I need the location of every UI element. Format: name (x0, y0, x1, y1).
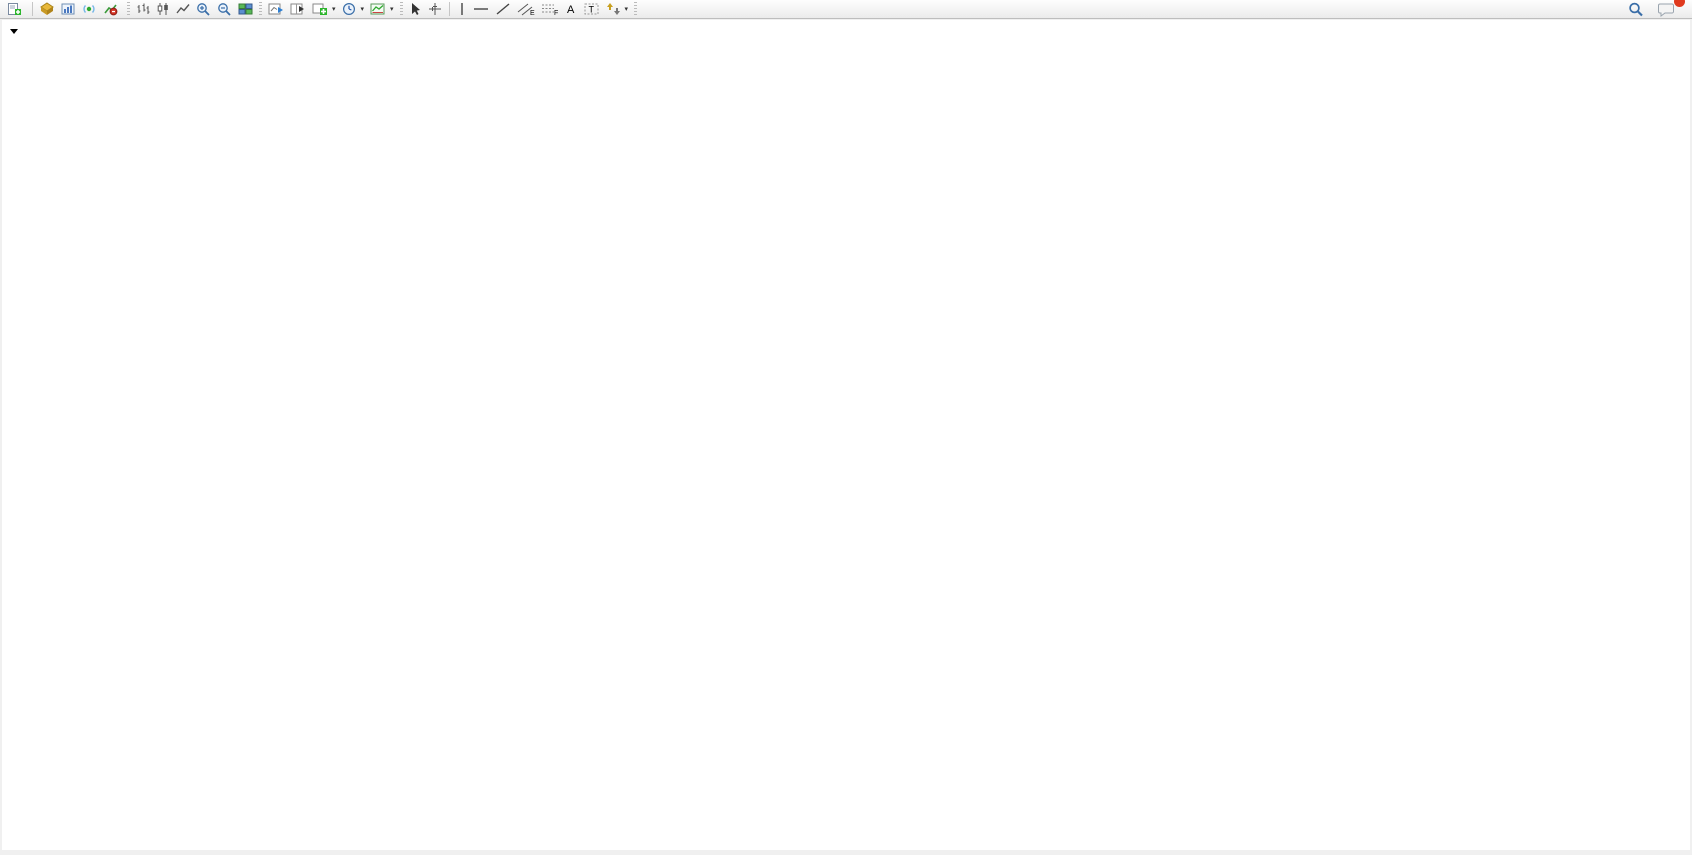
notification-badge (1674, 0, 1685, 7)
new-chart-button[interactable]: ▾ (309, 1, 339, 17)
line-chart-icon (176, 2, 190, 16)
chevron-down-icon: ▾ (361, 5, 365, 13)
chevron-down-icon: ▾ (332, 5, 336, 13)
horizontal-line-icon (473, 2, 489, 16)
chart-shift-icon (290, 2, 306, 16)
chat-bubble-icon (1658, 2, 1675, 17)
quotes-icon (40, 2, 55, 16)
chart-shift-button[interactable] (287, 1, 309, 17)
toolbar-separator (32, 2, 33, 16)
cursor-button[interactable] (406, 1, 425, 17)
channel-icon: E (517, 2, 535, 16)
crosshair-icon (428, 2, 442, 16)
zoom-out-icon (217, 2, 232, 16)
zoom-in-button[interactable] (193, 1, 214, 17)
clock-icon (342, 2, 357, 16)
zoom-out-button[interactable] (214, 1, 235, 17)
svg-text:A: A (567, 4, 575, 16)
market-watch-icon (61, 2, 76, 16)
navigator-icon (82, 2, 97, 16)
period-button[interactable]: ▾ (339, 1, 368, 17)
toolbar-separator (127, 2, 130, 16)
search-icon (1628, 2, 1644, 17)
charts-window-button[interactable] (265, 1, 287, 17)
autotrading-button[interactable] (100, 1, 124, 17)
line-chart-mode-button[interactable] (173, 1, 193, 17)
toolbar-separator (259, 2, 262, 16)
candlestick-mode-button[interactable] (153, 1, 173, 17)
chart-collapse-icon[interactable] (10, 29, 18, 34)
trendline-button[interactable] (492, 1, 514, 17)
chart-window (2, 20, 1690, 850)
indicators-button[interactable]: ▾ (367, 1, 397, 17)
svg-text:T: T (588, 5, 594, 15)
fibonacci-icon: F (541, 2, 559, 16)
cursor-icon (409, 2, 422, 16)
chart-window-arrow-icon (268, 2, 284, 16)
candlestick-icon (156, 2, 170, 16)
trendline-icon (495, 2, 511, 16)
autotrading-icon (103, 2, 118, 16)
arrows-button[interactable]: ▾ (603, 1, 632, 17)
text-a-icon: A (565, 2, 578, 16)
text-label-icon: T (584, 2, 600, 16)
crosshair-button[interactable] (425, 1, 445, 17)
vertical-line-icon (457, 2, 467, 16)
arrow-objects-icon (606, 2, 621, 16)
chart-title (10, 29, 18, 34)
quotes-button[interactable] (37, 1, 58, 17)
chevron-down-icon: ▾ (625, 5, 629, 13)
text-label-button[interactable]: T (581, 1, 603, 17)
zoom-in-icon (196, 2, 211, 16)
bar-chart-mode-button[interactable] (133, 1, 153, 17)
market-watch-button[interactable] (58, 1, 79, 17)
svg-text:E: E (530, 10, 535, 16)
search-button[interactable] (1625, 1, 1647, 18)
navigator-button[interactable] (79, 1, 100, 17)
toolbar-separator (449, 2, 450, 16)
new-order-icon (7, 2, 22, 16)
notifications-button[interactable] (1655, 1, 1678, 18)
ohlc-bars-icon (136, 2, 150, 16)
indicators-icon (370, 2, 386, 16)
chevron-down-icon: ▾ (390, 5, 394, 13)
fibonacci-button[interactable]: F (538, 1, 562, 17)
tile-windows-icon (238, 2, 253, 16)
new-chart-icon (312, 2, 328, 16)
main-toolbar: ▾ ▾ ▾ E F A T ▾ (0, 0, 1692, 19)
chart-canvas (2, 20, 1690, 850)
tile-windows-button[interactable] (235, 1, 256, 17)
new-order-button[interactable] (4, 1, 28, 17)
equidistant-channel-button[interactable]: E (514, 1, 538, 17)
vertical-line-button[interactable] (454, 1, 470, 17)
svg-text:F: F (554, 10, 558, 16)
toolbar-separator (400, 2, 403, 16)
horizontal-line-button[interactable] (470, 1, 492, 17)
toolbar-separator (634, 2, 637, 16)
text-button[interactable]: A (562, 1, 581, 17)
